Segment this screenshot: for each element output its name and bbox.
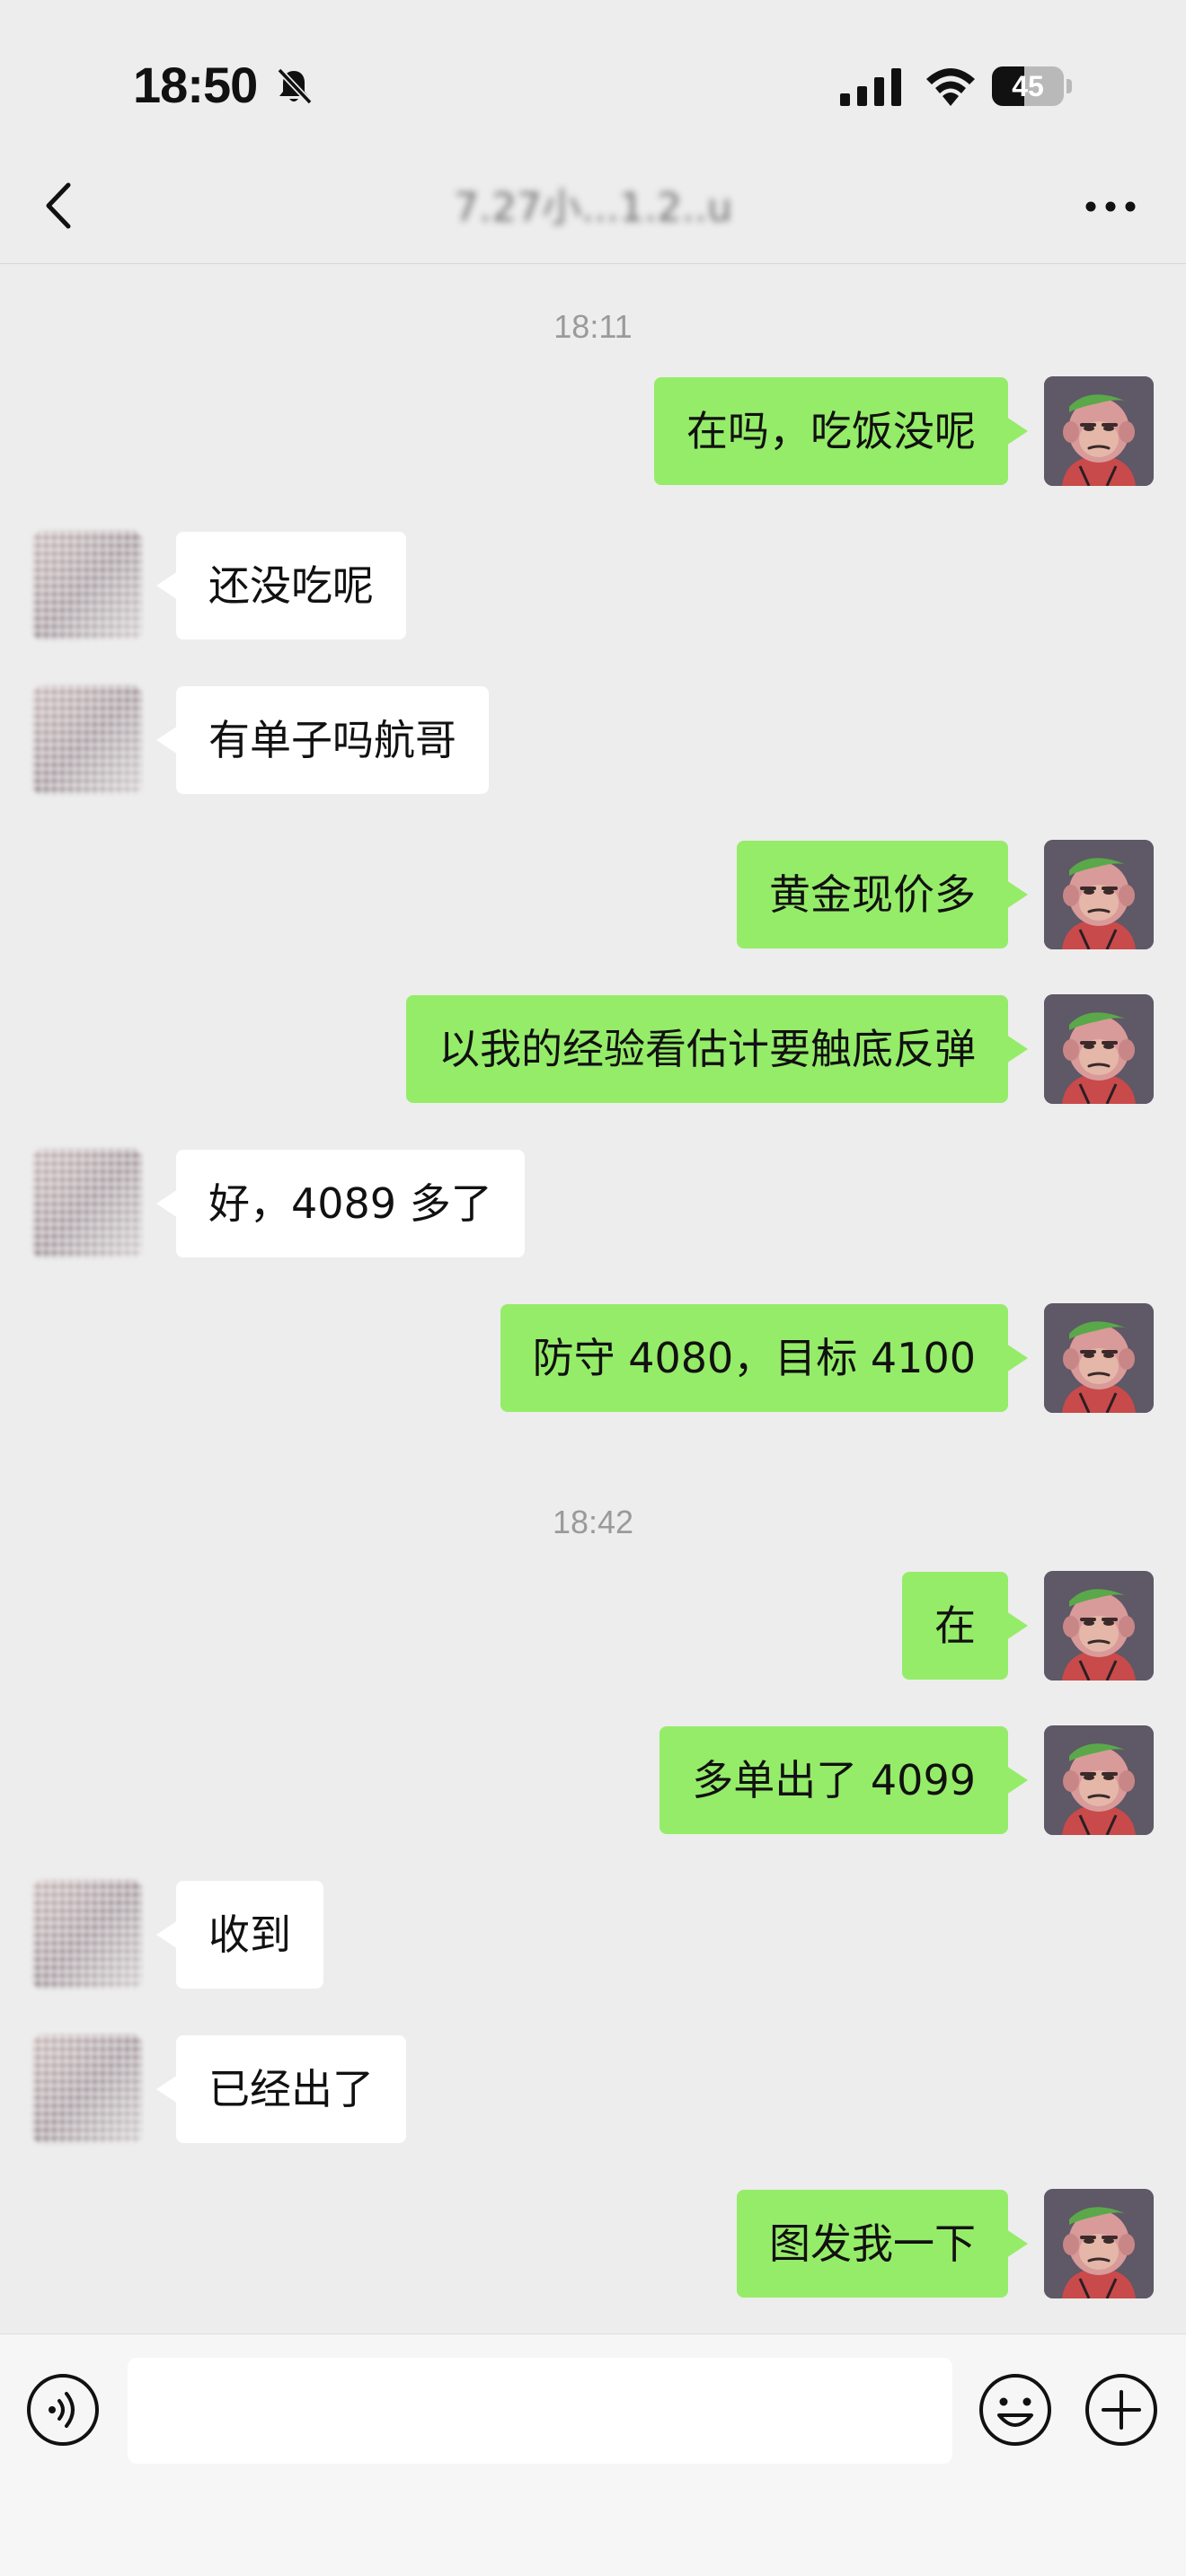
back-button[interactable] — [36, 174, 90, 237]
my-avatar[interactable] — [1044, 1571, 1154, 1681]
sent-message-bubble[interactable]: 在 — [902, 1572, 1028, 1680]
my-avatar[interactable] — [1044, 2189, 1154, 2298]
sent-message-bubble[interactable]: 在吗，吃饭没呢 — [654, 377, 1028, 485]
more-button[interactable] — [1078, 180, 1143, 234]
sent-message-bubble[interactable]: 多单出了 4099 — [659, 1726, 1028, 1834]
message-input[interactable] — [128, 2358, 952, 2464]
my-avatar[interactable] — [1044, 1303, 1154, 1413]
sent-message-bubble[interactable]: 以我的经验看估计要触底反弹 — [406, 995, 1028, 1103]
timestamp-label: 18:11 — [553, 308, 633, 345]
plus-button[interactable] — [1084, 2372, 1159, 2448]
status-bar: 18:50 45 — [0, 0, 1186, 153]
my-avatar[interactable] — [1044, 1725, 1154, 1835]
battery-level: 45 — [1012, 70, 1044, 102]
timestamp-label: 18:42 — [552, 1504, 634, 1540]
received-message-bubble[interactable]: 有单子吗航哥 — [156, 686, 489, 794]
received-message-bubble[interactable]: 已经出了 — [156, 2035, 406, 2143]
cellular-signal-icon — [840, 68, 901, 106]
chat-title: 7.27小...1.2..u — [454, 185, 732, 231]
my-avatar[interactable] — [1044, 994, 1154, 1104]
my-avatar[interactable] — [1044, 376, 1154, 486]
received-message-bubble[interactable]: 好，4089 多了 — [156, 1150, 525, 1257]
emoji-button[interactable] — [978, 2372, 1053, 2448]
received-message-bubble[interactable]: 还没吃呢 — [156, 532, 406, 640]
sent-message-bubble[interactable]: 图发我一下 — [737, 2190, 1028, 2298]
input-bar — [0, 2333, 1186, 2576]
sent-message-bubble[interactable]: 黄金现价多 — [737, 841, 1028, 948]
sent-message-bubble[interactable]: 防守 4080，目标 4100 — [500, 1304, 1029, 1412]
received-message-bubble[interactable]: 收到 — [156, 1881, 323, 1989]
contact-avatar[interactable] — [32, 2034, 142, 2144]
battery-icon: 45 — [992, 66, 1072, 106]
my-avatar[interactable] — [1044, 840, 1154, 949]
status-time: 18:50 — [133, 57, 258, 113]
voice-button[interactable] — [25, 2372, 101, 2448]
chat-nav-bar: 7.27小...1.2..u — [0, 153, 1186, 264]
contact-avatar[interactable] — [32, 531, 142, 640]
wifi-icon — [926, 68, 975, 106]
bell-off-icon — [277, 67, 313, 105]
contact-avatar[interactable] — [32, 1149, 142, 1258]
contact-avatar[interactable] — [32, 685, 142, 795]
contact-avatar[interactable] — [32, 1880, 142, 1989]
